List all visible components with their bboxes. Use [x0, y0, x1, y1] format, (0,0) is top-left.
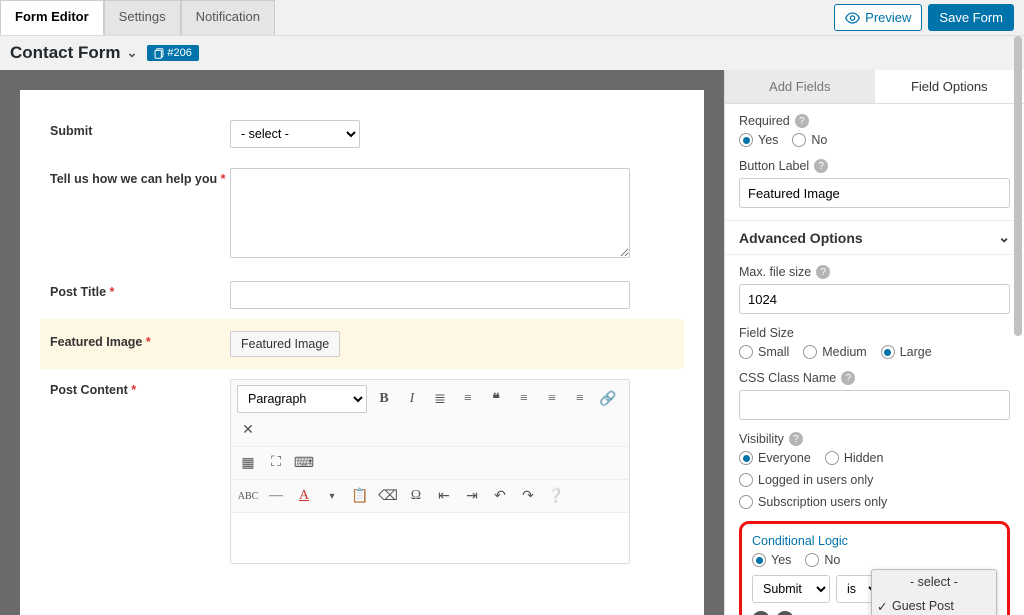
help-icon[interactable]: ❔: [545, 485, 567, 507]
label-max-file: Max. file size: [739, 265, 811, 279]
align-right-icon[interactable]: ≡: [569, 388, 591, 410]
help-textarea[interactable]: [230, 168, 630, 258]
dropdown-option-select[interactable]: - select -: [872, 570, 996, 594]
size-large[interactable]: Large: [881, 345, 932, 359]
field-label: Submit: [50, 120, 230, 138]
css-class-input[interactable]: [739, 390, 1010, 420]
side-tab-add-fields[interactable]: Add Fields: [725, 70, 875, 103]
link-icon[interactable]: 🔗: [597, 388, 619, 410]
field-label: Post Content *: [50, 379, 230, 397]
button-label-input[interactable]: [739, 178, 1010, 208]
outdent-icon[interactable]: ⇤: [433, 485, 455, 507]
size-medium[interactable]: Medium: [803, 345, 866, 359]
text-color-chevron-icon[interactable]: ▾: [321, 485, 343, 507]
post-title-input[interactable]: [230, 281, 630, 309]
field-label: Post Title *: [50, 281, 230, 299]
field-row-post-content[interactable]: Post Content * Paragraph B I ≣ ≡ ❝ ≡: [50, 369, 674, 574]
field-label: Tell us how we can help you *: [50, 168, 230, 186]
copy-icon: [154, 48, 164, 59]
field-row-featured-image[interactable]: Featured Image * Featured Image: [40, 319, 684, 369]
chevron-down-icon: ⌄: [998, 229, 1010, 246]
help-icon[interactable]: ?: [789, 432, 803, 446]
vis-hidden[interactable]: Hidden: [825, 451, 884, 465]
vis-subscription[interactable]: Subscription users only: [739, 495, 1010, 509]
blockquote-icon[interactable]: ❝: [485, 388, 507, 410]
vis-everyone[interactable]: Everyone: [739, 451, 811, 465]
dropdown-option-guest-post[interactable]: ✓Guest Post: [872, 594, 996, 615]
list-number-icon[interactable]: ≡: [457, 388, 479, 410]
preview-label: Preview: [865, 10, 911, 25]
strikethrough-icon[interactable]: ABC: [237, 485, 259, 507]
fullscreen-icon[interactable]: ⛶: [265, 452, 287, 474]
required-yes[interactable]: Yes: [739, 133, 778, 147]
shortcode-text: #206: [167, 47, 191, 59]
help-icon[interactable]: ?: [814, 159, 828, 173]
max-file-input[interactable]: [739, 284, 1010, 314]
preview-button[interactable]: Preview: [834, 4, 922, 31]
chevron-down-icon: ⌄: [127, 45, 138, 61]
rich-text-editor[interactable]: Paragraph B I ≣ ≡ ❝ ≡ ≡ ≡ 🔗 ✕: [230, 379, 630, 564]
table-icon[interactable]: ▦: [237, 452, 259, 474]
special-char-icon[interactable]: Ω: [405, 485, 427, 507]
help-icon[interactable]: ?: [816, 265, 830, 279]
redo-icon[interactable]: ↷: [517, 485, 539, 507]
label-field-size: Field Size: [739, 326, 794, 340]
conditional-logic-box: Conditional Logic Yes No Submit is - sel…: [739, 521, 1010, 615]
label-required: Required: [739, 114, 790, 128]
form-title[interactable]: Contact Form ⌄: [10, 43, 137, 63]
size-small[interactable]: Small: [739, 345, 789, 359]
align-left-icon[interactable]: ≡: [513, 388, 535, 410]
keyboard-icon[interactable]: ⌨: [293, 452, 315, 474]
advanced-options-toggle[interactable]: Advanced Options ⌄: [725, 220, 1024, 255]
italic-icon[interactable]: I: [401, 388, 423, 410]
undo-icon[interactable]: ↶: [489, 485, 511, 507]
align-center-icon[interactable]: ≡: [541, 388, 563, 410]
label-conditional-logic: Conditional Logic: [752, 534, 848, 548]
label-css-class: CSS Class Name: [739, 371, 836, 385]
remove-rule-button[interactable]: −: [776, 611, 794, 615]
tab-form-editor[interactable]: Form Editor: [0, 0, 104, 35]
form-title-text: Contact Form: [10, 43, 121, 63]
bold-icon[interactable]: B: [373, 388, 395, 410]
form-canvas[interactable]: Submit - select - Tell us how we can hel…: [0, 70, 724, 615]
unlink-icon[interactable]: ✕: [237, 419, 259, 441]
cond-value-dropdown[interactable]: - select - ✓Guest Post Support Request: [871, 569, 997, 615]
title-bar: Contact Form ⌄ #206: [0, 36, 1024, 70]
eye-icon: [845, 12, 860, 24]
shortcode-badge[interactable]: #206: [147, 45, 198, 61]
cond-no[interactable]: No: [805, 553, 840, 567]
featured-image-button[interactable]: Featured Image: [230, 331, 340, 357]
rte-body[interactable]: [231, 513, 629, 563]
scrollbar[interactable]: [1014, 36, 1022, 615]
label-button-label: Button Label: [739, 159, 809, 173]
required-no[interactable]: No: [792, 133, 827, 147]
label-visibility: Visibility: [739, 432, 784, 446]
side-panel: Add Fields Field Options Required? Yes N…: [724, 70, 1024, 615]
top-tabs-bar: Form Editor Settings Notification Previe…: [0, 0, 1024, 36]
save-form-button[interactable]: Save Form: [928, 4, 1014, 31]
indent-icon[interactable]: ⇥: [461, 485, 483, 507]
cond-yes[interactable]: Yes: [752, 553, 791, 567]
text-color-icon[interactable]: A: [293, 485, 315, 507]
tab-notification[interactable]: Notification: [181, 0, 275, 35]
list-bullet-icon[interactable]: ≣: [429, 388, 451, 410]
field-row-help[interactable]: Tell us how we can help you *: [50, 158, 674, 271]
tab-settings[interactable]: Settings: [104, 0, 181, 35]
side-tab-field-options[interactable]: Field Options: [875, 70, 1024, 103]
field-row-submit[interactable]: Submit - select -: [50, 110, 674, 158]
help-icon[interactable]: ?: [841, 371, 855, 385]
cond-field-select[interactable]: Submit: [752, 575, 830, 603]
rte-paragraph-select[interactable]: Paragraph: [237, 385, 367, 413]
scrollbar-thumb[interactable]: [1014, 36, 1022, 336]
add-rule-button[interactable]: +: [752, 611, 770, 615]
field-label: Featured Image *: [50, 331, 230, 349]
help-icon[interactable]: ?: [795, 114, 809, 128]
hr-icon[interactable]: —: [265, 485, 287, 507]
check-icon: ✓: [877, 599, 887, 614]
submit-select[interactable]: - select -: [230, 120, 360, 148]
field-row-post-title[interactable]: Post Title *: [50, 271, 674, 319]
clear-format-icon[interactable]: ⌫: [377, 485, 399, 507]
paste-icon[interactable]: 📋: [349, 485, 371, 507]
vis-logged-in[interactable]: Logged in users only: [739, 473, 873, 487]
